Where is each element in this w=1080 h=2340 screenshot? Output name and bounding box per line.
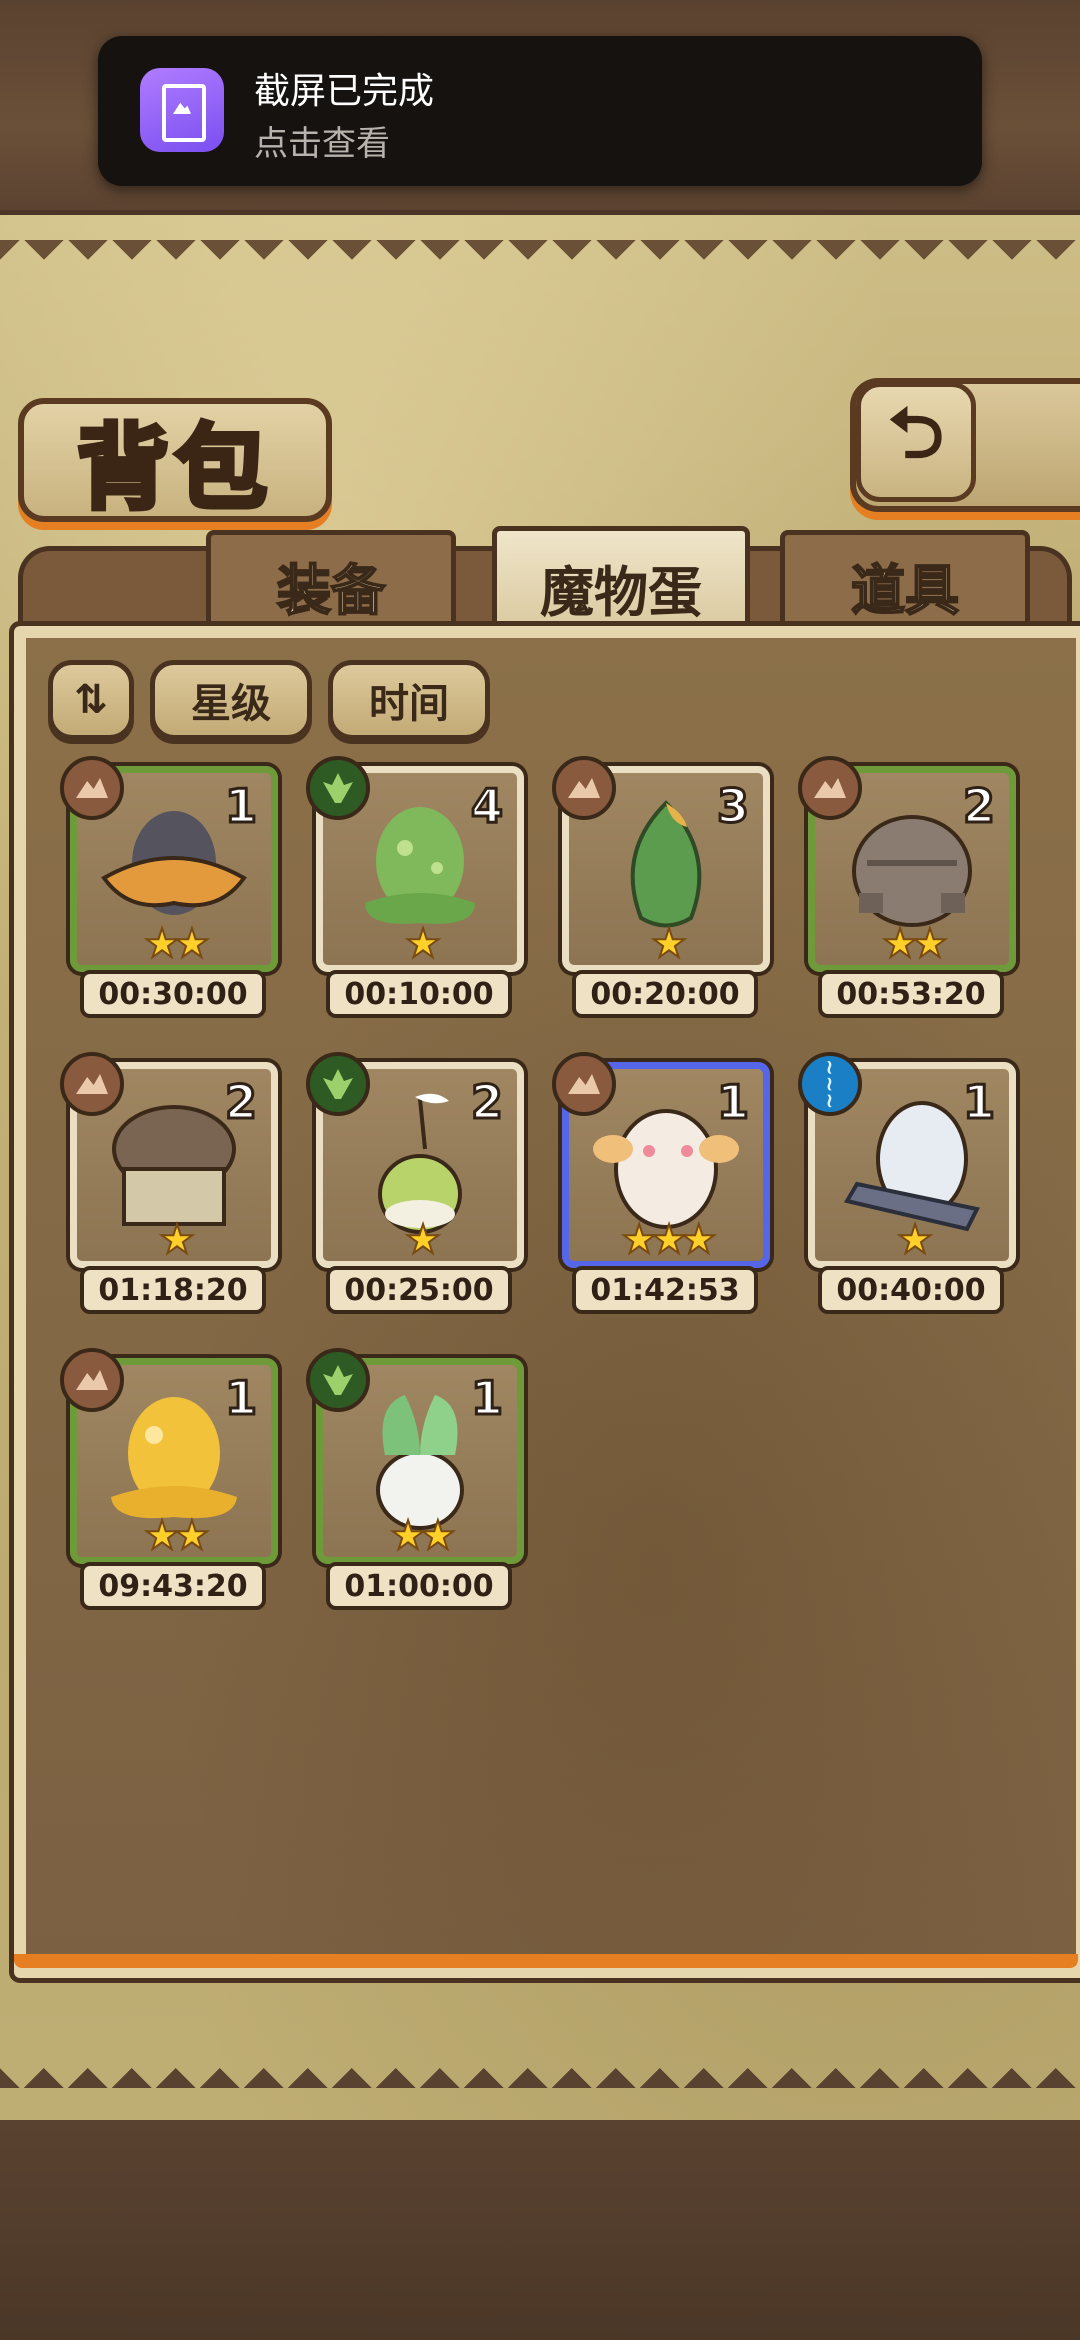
earth-element-icon: [798, 756, 862, 820]
tab-equipment[interactable]: 装备: [206, 530, 456, 635]
item-count: 1: [223, 778, 258, 835]
rarity-stars: ★★★: [620, 1216, 718, 1264]
page-title: 背包: [74, 411, 273, 524]
hatch-timer: 01:18:20: [80, 1266, 266, 1314]
item-count: 4: [469, 778, 504, 835]
egg-card[interactable]: ★ 2 00:25:00: [306, 1052, 524, 1314]
tab-monster-egg-label: 魔物蛋: [540, 560, 702, 624]
title-plate: 背包: [18, 398, 332, 524]
screenshot-notification[interactable]: 截屏已完成 点击查看: [98, 36, 982, 186]
hatch-timer: 00:20:00: [572, 970, 758, 1018]
hatch-timer: 09:43:20: [80, 1562, 266, 1610]
item-count: 2: [469, 1074, 504, 1131]
grass-element-icon: [306, 1052, 370, 1116]
egg-card[interactable]: ★★ 1 00:30:00: [60, 756, 278, 1018]
rarity-stars: ★: [404, 1216, 442, 1264]
sort-star-button[interactable]: 星级: [150, 660, 312, 740]
item-count: 1: [715, 1074, 750, 1131]
panel-shadow: [14, 1954, 1078, 1968]
sort-toggle-icon: ⇅: [74, 677, 108, 723]
egg-card[interactable]: ★ 1 00:40:00: [798, 1052, 1016, 1314]
tab-equipment-label: 装备: [276, 558, 386, 623]
rarity-stars: ★: [896, 1216, 934, 1264]
torn-edge-top: [0, 240, 1080, 276]
sort-time-label: 时间: [369, 681, 449, 727]
tab-items[interactable]: 道具: [780, 530, 1030, 635]
tab-items-label: 道具: [850, 558, 960, 623]
sort-star-label: 星级: [191, 681, 271, 727]
item-count: 3: [715, 778, 750, 835]
earth-element-icon: [60, 1348, 124, 1412]
hatch-timer: 00:25:00: [326, 1266, 512, 1314]
egg-card[interactable]: ★★ 2 00:53:20: [798, 756, 1016, 1018]
rarity-stars: ★★: [143, 1512, 211, 1560]
rarity-stars: ★: [404, 920, 442, 968]
rarity-stars: ★★: [881, 920, 949, 968]
egg-card[interactable]: ★ 3 00:20:00: [552, 756, 770, 1018]
grass-element-icon: [306, 1348, 370, 1412]
hatch-timer: 01:42:53: [572, 1266, 758, 1314]
hatch-timer: 00:30:00: [80, 970, 266, 1018]
hatch-timer: 01:00:00: [326, 1562, 512, 1610]
item-count: 2: [961, 778, 996, 835]
rarity-stars: ★★: [143, 920, 211, 968]
hatch-timer: 00:10:00: [326, 970, 512, 1018]
notification-subtitle: 点击查看: [254, 124, 390, 164]
item-count: 1: [469, 1370, 504, 1427]
earth-element-icon: [60, 1052, 124, 1116]
sort-toggle-button[interactable]: ⇅: [48, 660, 134, 740]
bottom-background: [0, 2120, 1080, 2340]
torn-edge-bottom: [0, 2052, 1080, 2088]
egg-card[interactable]: ★ 4 00:10:00: [306, 756, 524, 1018]
egg-card[interactable]: ★★★ 1 01:42:53: [552, 1052, 770, 1314]
hatch-timer: 00:53:20: [818, 970, 1004, 1018]
egg-card[interactable]: ★★ 1 09:43:20: [60, 1348, 278, 1610]
earth-element-icon: [552, 756, 616, 820]
rarity-stars: ★: [650, 920, 688, 968]
item-count: 1: [223, 1370, 258, 1427]
egg-card[interactable]: ★★ 1 01:00:00: [306, 1348, 524, 1610]
water-element-icon: [798, 1052, 862, 1116]
egg-card[interactable]: ★ 2 01:18:20: [60, 1052, 278, 1314]
back-arrow-icon: ⮌: [887, 391, 945, 474]
sort-time-button[interactable]: 时间: [328, 660, 490, 740]
item-count: 1: [961, 1074, 996, 1131]
item-count: 2: [223, 1074, 258, 1131]
notification-title: 截屏已完成: [254, 71, 435, 112]
grass-element-icon: [306, 756, 370, 820]
screenshot-icon: [140, 68, 224, 152]
rarity-stars: ★★: [389, 1512, 457, 1560]
earth-element-icon: [60, 756, 124, 820]
rarity-stars: ★: [158, 1216, 196, 1264]
back-button[interactable]: ⮌: [856, 382, 976, 502]
hatch-timer: 00:40:00: [818, 1266, 1004, 1314]
earth-element-icon: [552, 1052, 616, 1116]
